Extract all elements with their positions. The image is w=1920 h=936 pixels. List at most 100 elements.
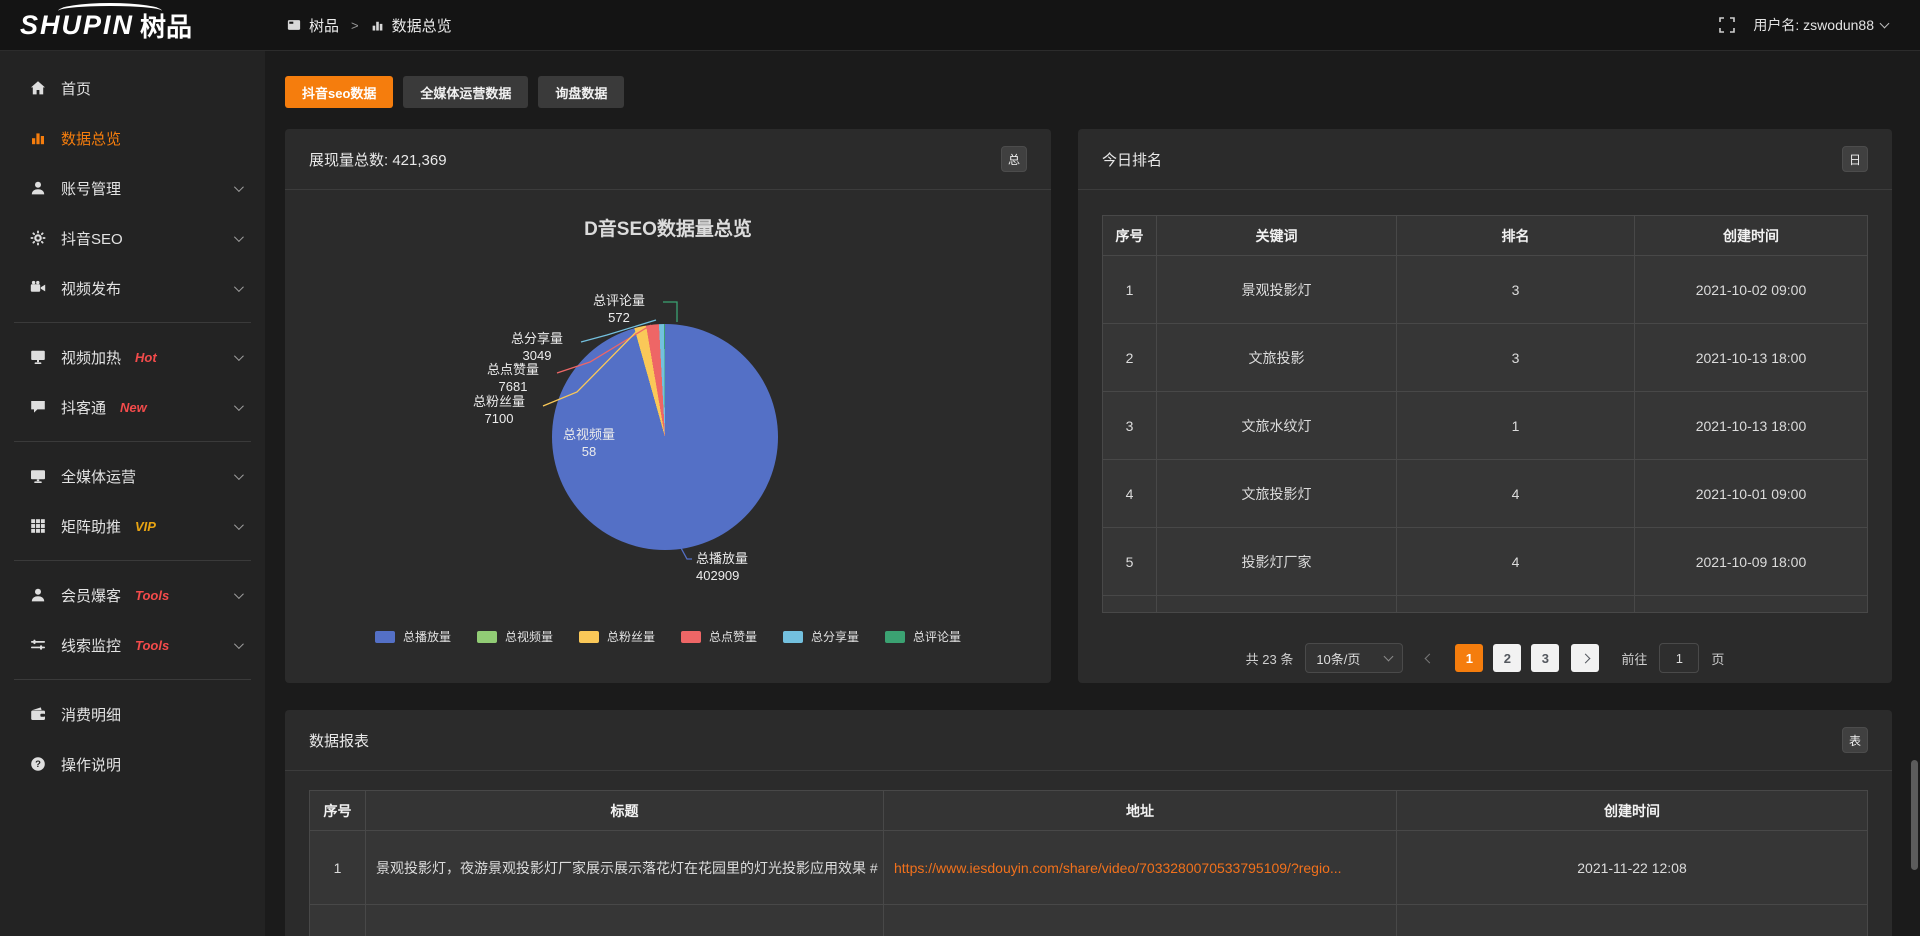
page-button-1[interactable]: 1 [1455,644,1483,672]
page-scrollbar[interactable] [1911,760,1918,870]
sidebar-badge: Hot [135,350,157,365]
table-cell: 2021-10-13 18:00 [1635,392,1867,460]
fullscreen-icon[interactable] [1719,17,1735,33]
sidebar-item-4[interactable]: 视频发布 [0,263,265,313]
table-link[interactable]: https://www.iesdouyin.com/share/video/70… [884,831,1397,905]
goto-page-input[interactable] [1659,643,1699,673]
svg-text:?: ? [35,759,41,770]
legend-item[interactable]: 总视频量 [477,628,553,645]
table-header-row: 序号 标题 地址 创建时间 [310,791,1867,831]
table-cell [1635,596,1867,613]
legend-label: 总粉丝量 [607,628,655,645]
column-header: 序号 [310,791,366,831]
sidebar-badge: Tools [135,638,169,653]
sidebar-item-6[interactable]: 视频加热 Hot [0,332,265,382]
sidebar-item-3[interactable]: 抖音SEO [0,213,265,263]
breadcrumb-current[interactable]: 数据总览 [392,15,452,36]
user-menu[interactable]: 用户名: zswodun88 [1753,15,1888,35]
legend-item[interactable]: 总播放量 [375,628,451,645]
table-cell: 文旅投影灯 [1157,460,1397,528]
table-cell: 投影灯厂家 [1157,528,1397,596]
question-icon: ? [30,756,46,772]
tab-0[interactable]: 抖音seo数据 [285,76,393,108]
sidebar-item-label: 账号管理 [61,178,121,199]
table-cell: 文旅投影 [1157,324,1397,392]
chevron-down-icon [234,282,244,292]
day-view-button[interactable]: 日 [1842,146,1868,172]
topbar-right: 用户名: zswodun88 [1719,15,1920,35]
monitor-icon [30,468,46,484]
table-cell: 1 [1103,256,1157,324]
table-row: 3文旅水纹灯12021-10-13 18:00 [1103,392,1867,460]
sidebar-item-9[interactable]: 全媒体运营 [0,451,265,501]
table-view-button[interactable]: 表 [1842,727,1868,753]
chevron-down-icon [234,639,244,649]
prev-page-button[interactable] [1415,644,1443,672]
legend-item[interactable]: 总分享量 [783,628,859,645]
chevron-down-icon [234,470,244,480]
topbar: SHUPIN 树品 树品 > 数据总览 用户名: zswodun88 [0,0,1920,51]
sidebar-item-12[interactable]: 会员爆客Tools [0,570,265,620]
table-cell: 2021-11-22 12:08 [1397,831,1867,905]
sidebar-item-label: 抖音SEO [61,228,123,249]
table-cell: 4 [1397,528,1635,596]
sidebar-item-10[interactable]: 矩阵助推VIP [0,501,265,551]
goto-label: 前往 [1621,649,1647,668]
table-cell [310,905,366,936]
tab-bar: 抖音seo数据全媒体运营数据询盘数据 [285,76,1892,108]
wallet-icon [30,706,46,722]
grid-icon [30,518,46,534]
next-page-button[interactable] [1571,644,1599,672]
pagination-total: 共 23 条 [1246,649,1294,668]
table-cell: 5 [1103,528,1157,596]
legend-swatch [375,631,395,643]
table-row: 1景观投影灯32021-10-02 09:00 [1103,256,1867,324]
sidebar-item-2[interactable]: 账号管理 [0,163,265,213]
page-button-3[interactable]: 3 [1531,644,1559,672]
legend-item[interactable]: 总点赞量 [681,628,757,645]
sidebar-item-label: 视频加热 [61,347,121,368]
page-button-2[interactable]: 2 [1493,644,1521,672]
sidebar-item-label: 抖客通 [61,397,106,418]
tab-2[interactable]: 询盘数据 [538,76,624,108]
table-cell [1157,596,1397,613]
pie-label-fans: 总粉丝量7100 [457,393,541,427]
bar-chart-icon [371,19,384,32]
sidebar-item-label: 视频发布 [61,278,121,299]
legend-item[interactable]: 总评论量 [885,628,961,645]
chevron-down-icon [234,232,244,242]
sidebar-item-13[interactable]: 线索监控Tools [0,620,265,670]
table-cell: 文旅水纹灯 [1157,392,1397,460]
sidebar-item-15[interactable]: 消费明细 [0,689,265,739]
sidebar: 首页数据总览账号管理抖音SEO 视频发布视频加热 Hot 抖客通 New 全媒体运营矩阵助… [0,51,265,936]
sidebar-item-0[interactable]: 首页 [0,63,265,113]
table-cell: 2021-10-13 18:00 [1635,324,1867,392]
sidebar-item-1[interactable]: 数据总览 [0,113,265,163]
member-icon [30,587,46,603]
table-row: 5投影灯厂家42021-10-09 18:00 [1103,528,1867,596]
legend-item[interactable]: 总粉丝量 [579,628,655,645]
pie-label-videos: 总视频量58 [547,426,631,460]
legend-label: 总视频量 [505,628,553,645]
table-row: 4文旅投影灯42021-10-01 09:00 [1103,460,1867,528]
table-cell: 2021-10-02 09:00 [1635,256,1867,324]
main-content: 抖音seo数据全媒体运营数据询盘数据 展现量总数: 421,369 总 D音SE… [265,51,1920,936]
table-cell: 2021-10-01 09:00 [1635,460,1867,528]
sidebar-divider [14,679,251,680]
breadcrumb-root[interactable]: 树品 [309,15,339,36]
column-header: 创建时间 [1635,216,1867,256]
data-report-card: 数据报表 表 序号 标题 地址 创建时间 1景观投影灯，夜游景观投影灯厂家展示展… [285,710,1892,936]
sidebar-item-label: 数据总览 [61,128,121,149]
sidebar-item-16[interactable]: ?操作说明 [0,739,265,789]
sidebar-item-7[interactable]: 抖客通 New [0,382,265,432]
overview-stat: 展现量总数: 421,369 [309,149,447,170]
legend-swatch [477,631,497,643]
column-header: 创建时间 [1397,791,1867,831]
total-view-button[interactable]: 总 [1001,146,1027,172]
page-size-select[interactable]: 10条/页 [1305,643,1403,673]
legend-label: 总点赞量 [709,628,757,645]
table-cell: 2 [1103,324,1157,392]
tab-1[interactable]: 全媒体运营数据 [403,76,528,108]
chevron-down-icon [234,182,244,192]
sidebar-badge: New [120,400,147,415]
